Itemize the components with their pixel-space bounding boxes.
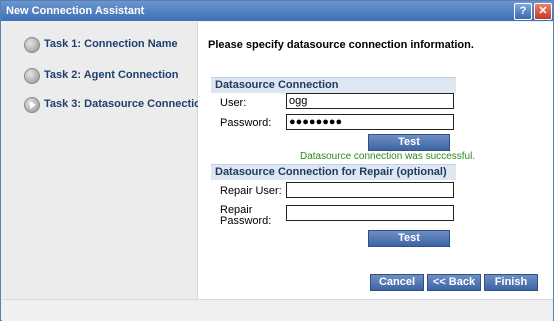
user-label: User: <box>220 97 247 109</box>
test-connection-button[interactable]: Test Connection <box>368 134 450 163</box>
close-button[interactable]: ✕ <box>534 3 552 20</box>
repair-user-input[interactable] <box>286 182 454 198</box>
connection-status-text: Datasource connection was successful. <box>300 151 476 162</box>
password-label: Password: <box>220 117 272 129</box>
title-bar[interactable]: New Connection Assistant ? ✕ <box>1 1 553 21</box>
repair-password-input[interactable] <box>286 205 454 221</box>
password-input[interactable]: ●●●●●●●● <box>286 114 454 130</box>
help-icon: ? <box>519 5 527 17</box>
sidebar-task-label: Task 1: Connection Name <box>44 38 178 50</box>
help-button[interactable]: ? <box>514 3 532 20</box>
repair-password-label-line2: Password: <box>220 215 272 227</box>
connection-assistant-window: New Connection Assistant ? ✕ Task 1: Con… <box>0 0 554 321</box>
finish-button[interactable]: Finish <box>484 274 538 291</box>
back-button[interactable]: << Back <box>427 274 481 291</box>
repair-section-header: Datasource Connection for Repair (option… <box>211 164 456 180</box>
cancel-button[interactable]: Cancel <box>370 274 424 291</box>
repair-user-label: Repair User: <box>220 185 282 197</box>
completed-task-icon <box>24 37 40 53</box>
window-title: New Connection Assistant <box>6 5 145 17</box>
user-input[interactable] <box>286 93 454 109</box>
main-panel: Please specify datasource connection inf… <box>198 22 553 299</box>
task-sidebar: Task 1: Connection Name Task 2: Agent Co… <box>2 22 208 299</box>
datasource-section-header: Datasource Connection <box>211 77 456 93</box>
sidebar-task-label: Task 3: Datasource Connection <box>44 98 208 110</box>
instruction-text: Please specify datasource connection inf… <box>208 39 474 51</box>
bottom-strip <box>2 299 553 321</box>
close-icon: ✕ <box>538 5 548 17</box>
sidebar-task-label: Task 2: Agent Connection <box>44 69 179 81</box>
repair-test-connection-button[interactable]: Test Connection <box>368 230 450 259</box>
completed-task-icon <box>24 68 40 84</box>
current-task-arrow-icon <box>24 97 40 113</box>
